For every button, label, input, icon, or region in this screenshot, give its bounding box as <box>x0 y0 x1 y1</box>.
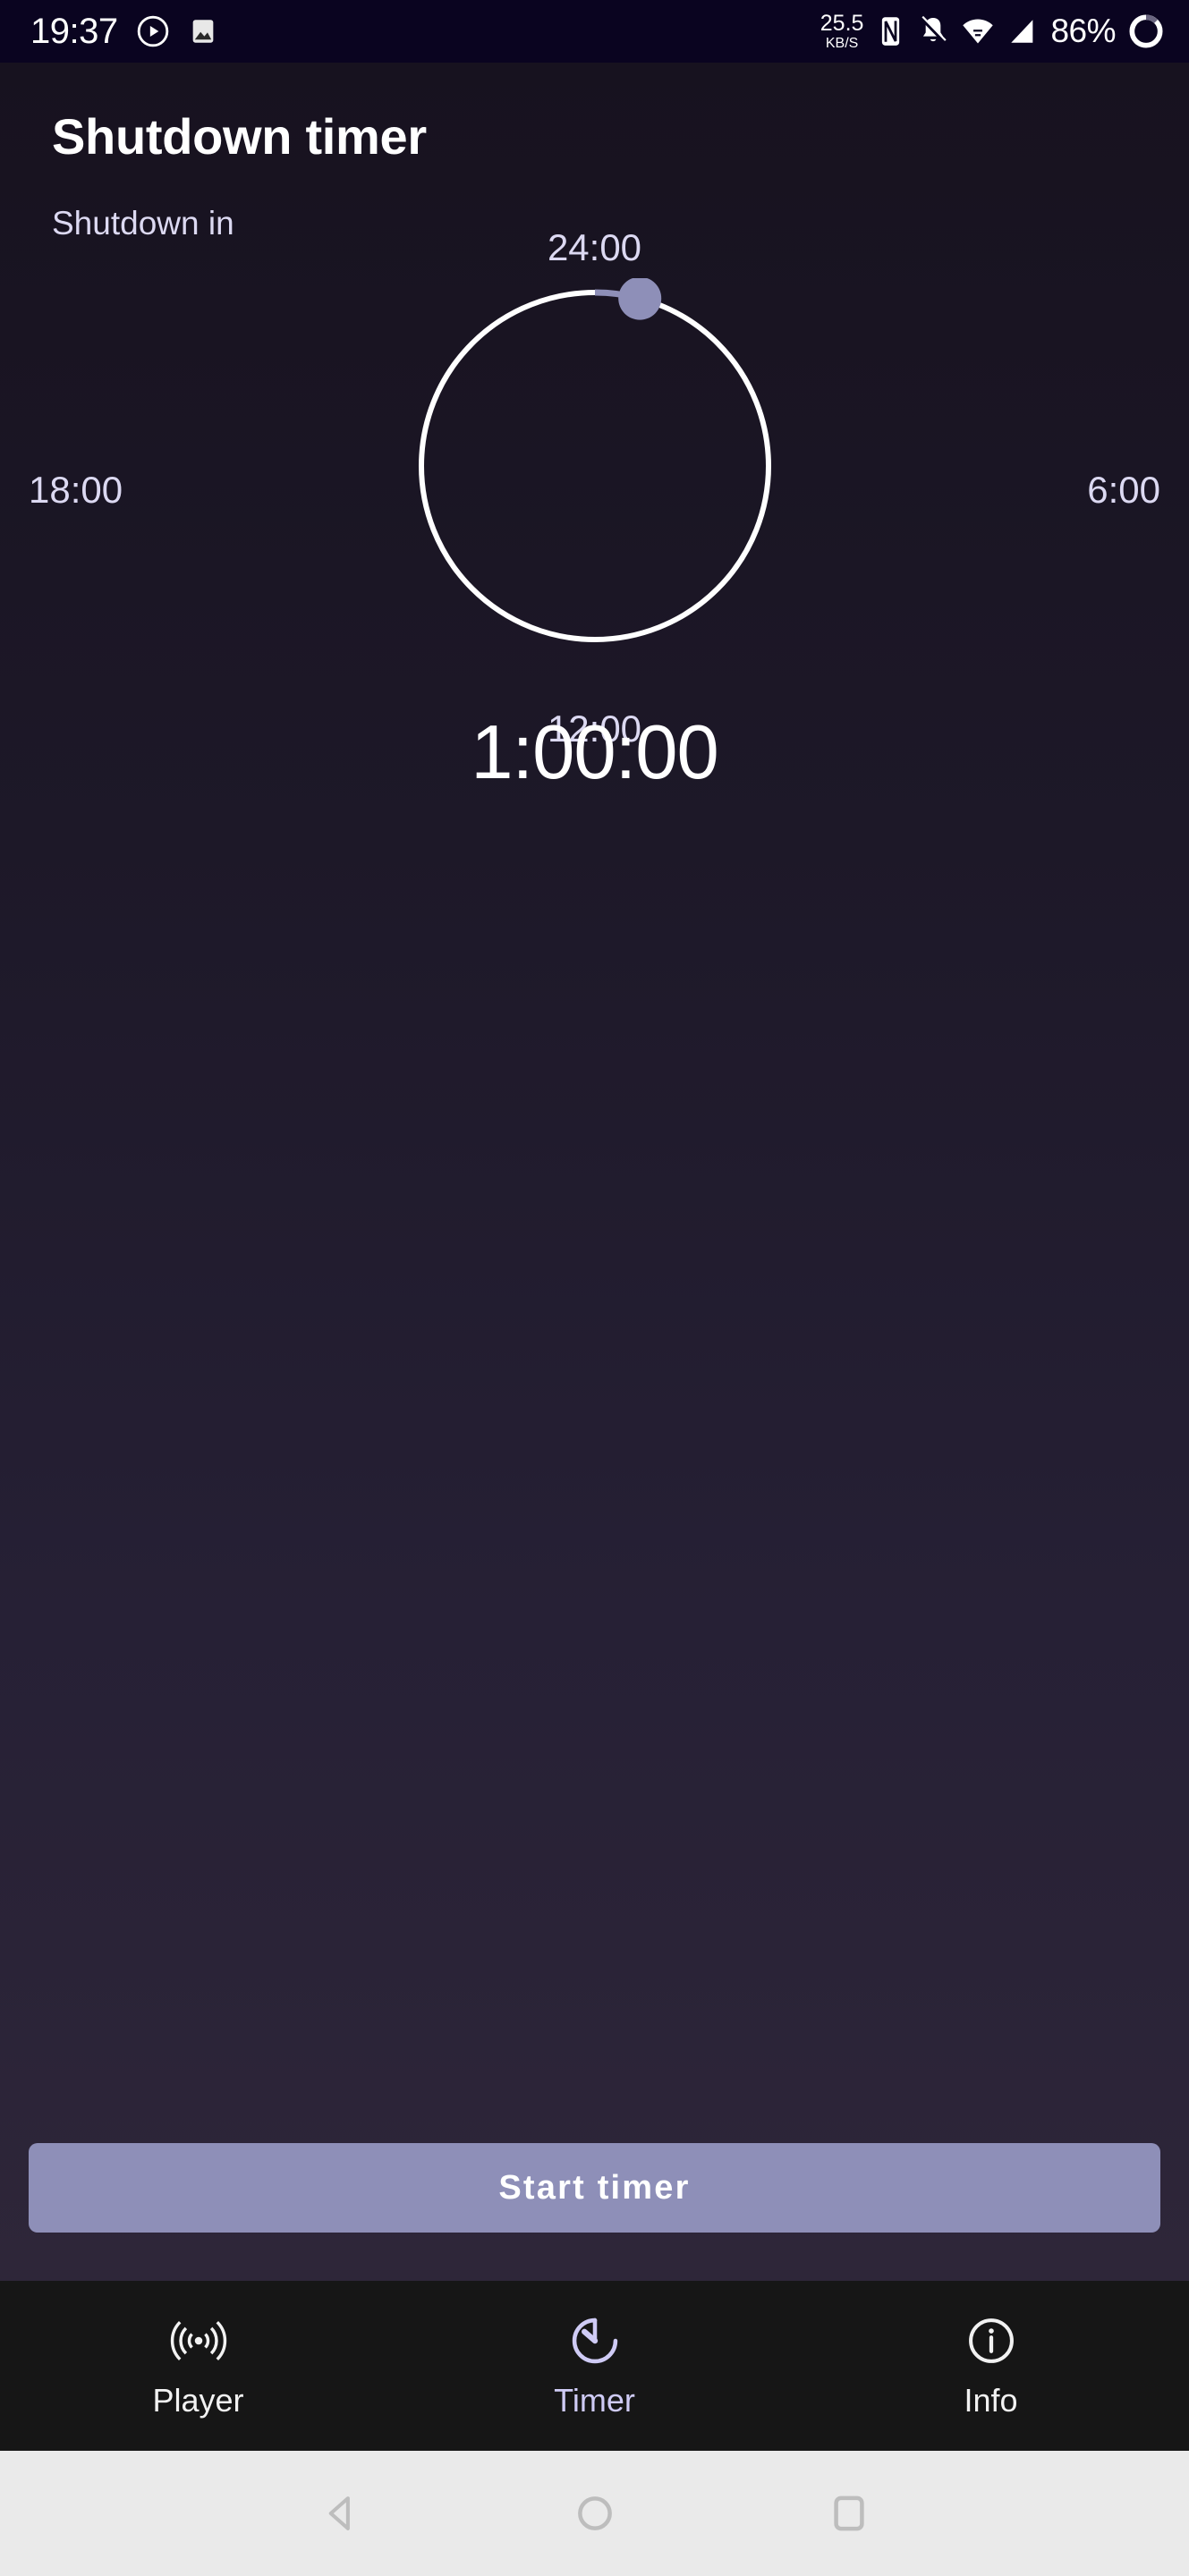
recents-icon[interactable] <box>825 2489 873 2538</box>
page-title: Shutdown timer <box>52 108 427 165</box>
status-bar-right: 25.5 KB/S 86% <box>820 10 1164 51</box>
timer-icon <box>566 2312 624 2369</box>
bell-muted-icon <box>918 15 948 47</box>
image-icon <box>188 16 218 47</box>
timer-value: 1:00:00 <box>471 710 719 795</box>
timer-screen: Shutdown timer Shutdown in 24:00 6:00 12… <box>0 63 1189 2281</box>
dial-mark-6: 6:00 <box>1087 469 1160 511</box>
back-icon[interactable] <box>317 2489 365 2538</box>
nav-label-player: Player <box>152 2382 244 2419</box>
home-icon[interactable] <box>571 2489 619 2538</box>
status-bar-clock: 19:37 <box>30 12 118 51</box>
broadcast-icon <box>170 2312 227 2369</box>
cell-signal-icon <box>1007 16 1038 47</box>
dial-track <box>418 290 771 642</box>
nav-item-info[interactable]: Info <box>793 2281 1189 2451</box>
nav-label-info: Info <box>964 2382 1018 2419</box>
play-circle-icon <box>136 14 170 48</box>
status-bar-left: 19:37 <box>30 13 218 49</box>
battery-circle-icon <box>1128 13 1164 49</box>
system-navigation-bar <box>0 2451 1189 2576</box>
nav-label-timer: Timer <box>554 2382 635 2419</box>
dial-graphic[interactable] <box>407 278 783 654</box>
nav-item-timer[interactable]: Timer <box>396 2281 793 2451</box>
dial-mark-18: 18:00 <box>29 469 123 511</box>
battery-percent: 86% <box>1050 13 1116 49</box>
bottom-nav: Player Timer Info <box>0 2281 1189 2451</box>
network-speed: 25.5 KB/S <box>820 10 864 51</box>
dial-thumb[interactable] <box>617 278 661 320</box>
nfc-icon <box>876 15 905 47</box>
nav-item-player[interactable]: Player <box>0 2281 396 2451</box>
primary-action-area: Start timer <box>0 2143 1189 2281</box>
start-timer-button[interactable]: Start timer <box>29 2143 1160 2233</box>
phone-screen: 19:37 25.5 KB/S 86% Shutdown timer Shutd… <box>0 0 1189 2576</box>
duration-dial[interactable]: 24:00 6:00 12:00 18:00 1:00:00 <box>0 226 1189 1173</box>
info-circle-icon <box>963 2312 1020 2369</box>
wifi-icon <box>961 16 995 47</box>
status-bar: 19:37 25.5 KB/S 86% <box>0 0 1189 63</box>
dial-mark-24: 24:00 <box>547 226 642 268</box>
network-speed-value: 25.5 <box>820 10 864 36</box>
network-speed-unit: KB/S <box>825 35 859 51</box>
